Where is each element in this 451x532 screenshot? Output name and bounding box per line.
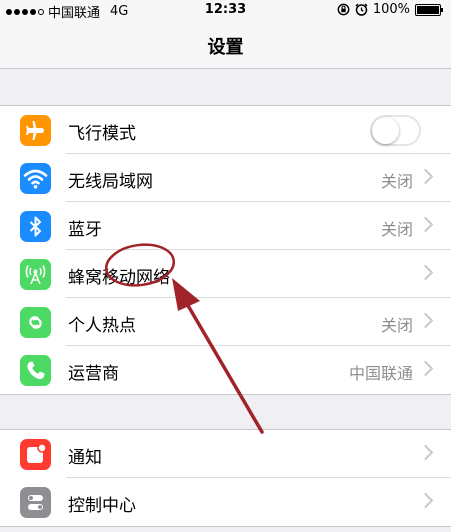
settings-row-airplane-mode[interactable]: 飞行模式 <box>0 106 451 154</box>
settings-row-control-center[interactable]: 控制中心 <box>0 478 451 526</box>
cellular-label: 蜂窝移动网络 <box>68 268 170 288</box>
page-title: 设置 <box>207 37 244 58</box>
bluetooth-status: 关闭 <box>380 220 413 239</box>
alarm-icon <box>355 3 368 16</box>
settings-row-bluetooth[interactable]: 蓝牙 关闭 <box>0 202 451 250</box>
battery-percent: 100% <box>372 2 410 17</box>
notifications-label: 通知 <box>68 448 102 468</box>
chevron-right-icon <box>417 168 434 185</box>
battery-cap <box>441 7 443 12</box>
hotspot-label: 个人热点 <box>68 316 136 336</box>
settings-group-system: 通知 控制中心 <box>0 429 451 527</box>
wifi-icon <box>20 163 51 194</box>
wifi-label: 无线局域网 <box>68 172 153 192</box>
status-bar: 中国联通 4G 12:33 100% <box>0 0 451 21</box>
settings-row-carrier[interactable]: 运营商 中国联通 <box>0 346 451 394</box>
settings-row-personal-hotspot[interactable]: 个人热点 关闭 <box>0 298 451 346</box>
chevron-right-icon <box>417 264 434 281</box>
battery-fill <box>417 5 439 14</box>
airplane-mode-label: 飞行模式 <box>68 124 136 144</box>
chevron-right-icon <box>417 360 434 377</box>
chevron-right-icon <box>417 492 434 509</box>
hotspot-status: 关闭 <box>380 316 413 335</box>
chevron-right-icon <box>417 312 434 329</box>
airplane-icon <box>20 115 51 146</box>
notifications-icon <box>20 439 51 470</box>
wifi-status: 关闭 <box>380 172 413 191</box>
chevron-right-icon <box>417 216 434 233</box>
settings-row-wifi[interactable]: 无线局域网 关闭 <box>0 154 451 202</box>
nav-bar: 设置 <box>0 20 451 69</box>
carrier-value: 中国联通 <box>348 364 413 383</box>
control-center-label: 控制中心 <box>68 496 136 516</box>
settings-row-notifications[interactable]: 通知 <box>0 430 451 478</box>
cellular-antenna-icon <box>20 259 51 290</box>
carrier-label: 运营商 <box>68 364 119 384</box>
bluetooth-label: 蓝牙 <box>68 220 102 240</box>
airplane-mode-toggle[interactable] <box>370 115 421 146</box>
settings-group-connectivity: 飞行模式 无线局域网 关闭 蓝牙 关闭 蜂窝移动网络 个人热点 关闭 运营商 中… <box>0 105 451 395</box>
rotation-lock-icon <box>337 3 350 16</box>
hotspot-icon <box>20 307 51 338</box>
toggle-knob <box>372 117 399 144</box>
chevron-right-icon <box>417 444 434 461</box>
battery-icon <box>415 3 443 16</box>
control-center-icon <box>20 487 51 518</box>
settings-row-cellular[interactable]: 蜂窝移动网络 <box>0 250 451 298</box>
phone-icon <box>20 355 51 386</box>
status-right: 100% <box>337 2 443 17</box>
bluetooth-icon <box>20 211 51 242</box>
